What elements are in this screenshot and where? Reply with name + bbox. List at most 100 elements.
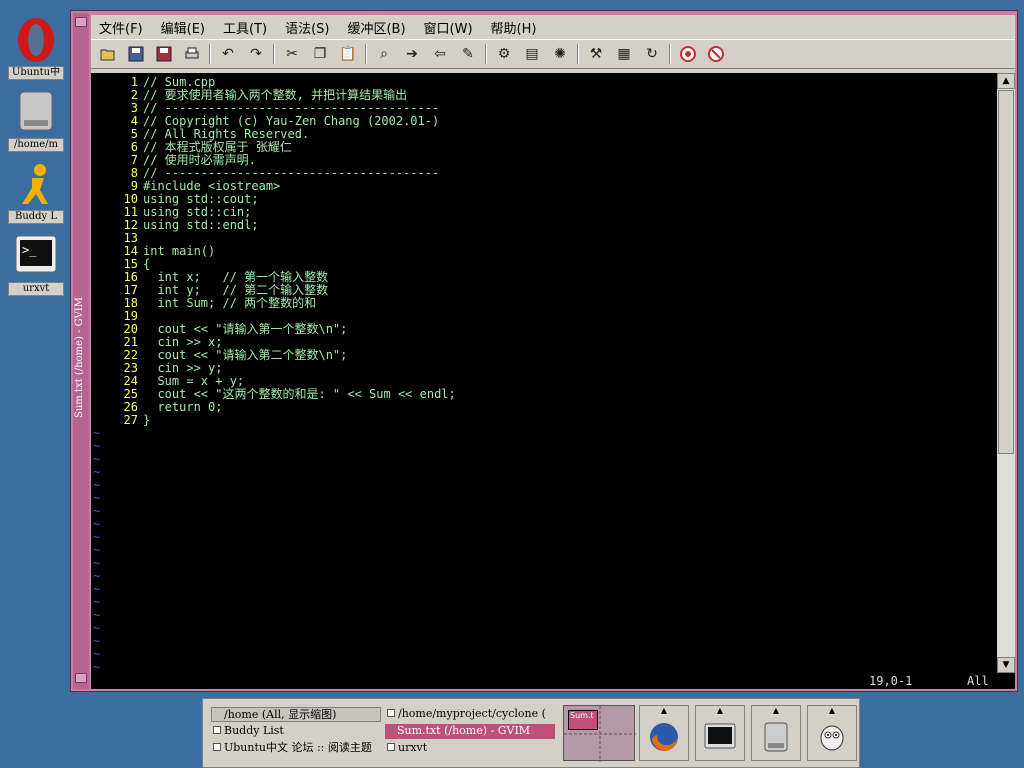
code-line: 26 return 0; [91, 401, 997, 414]
task-label: Ubuntu中文 论坛 :: 阅读主题 [224, 741, 372, 754]
line-text: int Sum; // 两个整数的和 [143, 296, 317, 310]
cursor-position: 19,0-1 [869, 674, 913, 688]
task-gvim[interactable]: Sum.txt (/home) - GVIM [385, 724, 555, 739]
line-text: } [143, 413, 151, 427]
toolbar-separator [577, 44, 579, 64]
task-window-icon [387, 743, 395, 751]
desktop-icon-home[interactable]: /home/m [8, 88, 64, 152]
empty-line-marker: ~ [91, 622, 997, 635]
task-urxvt[interactable]: urxvt [385, 741, 555, 756]
save-session-icon[interactable]: ▤ [521, 43, 543, 65]
toolbar: ↶ ↷ ✂ ❐ 📋 ⌕ ➔ ⇦ ✎ ⚙ ▤ ✺ ⚒ ▦ ↻ [91, 39, 1015, 69]
launcher-up-arrow-icon[interactable]: ▲ [752, 706, 800, 716]
desktop-icon-opera[interactable]: Ubuntu中 [8, 16, 64, 80]
task-buddy-list[interactable]: Buddy List [211, 724, 381, 739]
scroll-down-arrow-icon[interactable]: ▼ [997, 657, 1015, 673]
empty-line-marker: ~ [91, 596, 997, 609]
menu-window[interactable]: 窗口(W) [424, 18, 473, 37]
empty-line-marker: ~ [91, 505, 997, 518]
launcher-up-arrow-icon[interactable]: ▲ [640, 706, 688, 716]
task-cyclone[interactable]: /home/myproject/cyclone ( [385, 707, 555, 722]
empty-line-marker: ~ [91, 479, 997, 492]
save-all-icon[interactable] [153, 43, 175, 65]
jump-tag-icon[interactable]: ↻ [641, 43, 663, 65]
task-home[interactable]: /home (All, 显示缩图) [211, 707, 381, 722]
empty-line-marker: ~ [91, 427, 997, 440]
menu-buffers[interactable]: 缓冲区(B) [347, 18, 405, 37]
line-text: int main() [143, 244, 216, 258]
menu-tools[interactable]: 工具(T) [223, 18, 267, 37]
menu-file[interactable]: 文件(F) [99, 18, 143, 37]
editor-area[interactable]: 1// Sum.cpp 2// 要求使用者输入两个整数, 并把计算结果输出 3// … [91, 73, 997, 674]
make-icon[interactable]: ⚒ [585, 43, 607, 65]
redo-icon[interactable]: ↷ [245, 43, 267, 65]
task-label: /home/myproject/cyclone ( [398, 707, 546, 720]
desktop-icon-buddy[interactable]: Buddy L [8, 160, 64, 224]
drive-icon [759, 720, 793, 754]
code-line: 22 cout << "请输入第二个整数\n"; [91, 349, 997, 362]
launcher-gimp[interactable]: ▲ [807, 705, 857, 761]
empty-line-marker: ~ [91, 440, 997, 453]
scroll-up-arrow-icon[interactable]: ▲ [997, 73, 1015, 89]
empty-line-marker: ~ [91, 570, 997, 583]
svg-text:>_: >_ [22, 243, 37, 257]
undo-icon[interactable]: ↶ [217, 43, 239, 65]
menu-edit[interactable]: 编辑(E) [161, 18, 205, 37]
window-title: Sum.txt (/home) - GVIM [74, 297, 85, 418]
empty-line-marker: ~ [91, 544, 997, 557]
title-bar[interactable]: Sum.txt (/home) - GVIM [73, 13, 89, 689]
code-line: 12 using std::endl; [91, 219, 997, 232]
menu-help[interactable]: 帮助(H) [491, 18, 537, 37]
desktop-icon-label: Buddy L [8, 210, 64, 224]
task-window-icon [387, 709, 395, 717]
copy-icon[interactable]: ❐ [309, 43, 331, 65]
status-line: 19,0-1 All [91, 673, 1015, 689]
launcher-firefox[interactable]: ▲ [639, 705, 689, 761]
scrollbar-thumb[interactable] [998, 90, 1014, 454]
toolbar-separator [485, 44, 487, 64]
gimp-icon [815, 720, 849, 754]
find-replace-icon[interactable]: ✎ [457, 43, 479, 65]
vertical-scrollbar[interactable]: ▲ ▼ [997, 73, 1015, 673]
save-icon[interactable] [125, 43, 147, 65]
cut-icon[interactable]: ✂ [281, 43, 303, 65]
task-label: urxvt [398, 741, 428, 754]
code-line: 13 [91, 232, 997, 245]
find-prev-icon[interactable]: ⇦ [429, 43, 451, 65]
empty-line-marker: ~ [91, 609, 997, 622]
firefox-icon [647, 720, 681, 754]
print-icon[interactable] [181, 43, 203, 65]
window-close-button[interactable] [75, 673, 87, 683]
launcher-up-arrow-icon[interactable]: ▲ [808, 706, 856, 716]
launcher-drive[interactable]: ▲ [751, 705, 801, 761]
empty-line-marker: ~ [91, 648, 997, 661]
empty-line-marker: ~ [91, 518, 997, 531]
scroll-percent: All [967, 674, 989, 688]
run-ctags-icon[interactable]: ▦ [613, 43, 635, 65]
desktop-icon-label: Ubuntu中 [8, 66, 64, 80]
menu-syntax[interactable]: 语法(S) [285, 18, 329, 37]
workspace-pager[interactable]: Sum.t [563, 705, 636, 762]
find-help-icon[interactable] [705, 43, 727, 65]
paste-icon[interactable]: 📋 [337, 43, 359, 65]
run-script-icon[interactable]: ✺ [549, 43, 571, 65]
opera-icon [12, 16, 60, 64]
desktop-icon-urxvt[interactable]: >_ urxvt [8, 232, 64, 296]
find-icon[interactable]: ⌕ [373, 43, 395, 65]
task-label: Buddy List [224, 724, 284, 737]
toolbar-separator [669, 44, 671, 64]
task-ubuntu-forum[interactable]: Ubuntu中文 论坛 :: 阅读主题 [211, 741, 381, 756]
launcher-terminal[interactable]: ▲ [695, 705, 745, 761]
menu-bar: 文件(F) 编辑(E) 工具(T) 语法(S) 缓冲区(B) 窗口(W) 帮助(… [91, 15, 1015, 39]
load-session-icon[interactable]: ⚙ [493, 43, 515, 65]
task-window-icon [213, 743, 221, 751]
open-icon[interactable] [97, 43, 119, 65]
launcher-up-arrow-icon[interactable]: ▲ [696, 706, 744, 716]
find-next-icon[interactable]: ➔ [401, 43, 423, 65]
gvim-window: Sum.txt (/home) - GVIM 文件(F) 编辑(E) 工具(T)… [70, 10, 1018, 692]
window-menu-button[interactable] [75, 17, 87, 27]
line-text: using std::endl; [143, 218, 259, 232]
help-icon[interactable] [677, 43, 699, 65]
terminal-icon: >_ [12, 232, 60, 280]
taskbar: /home (All, 显示缩图) Buddy List Ubuntu中文 论坛… [202, 698, 860, 768]
